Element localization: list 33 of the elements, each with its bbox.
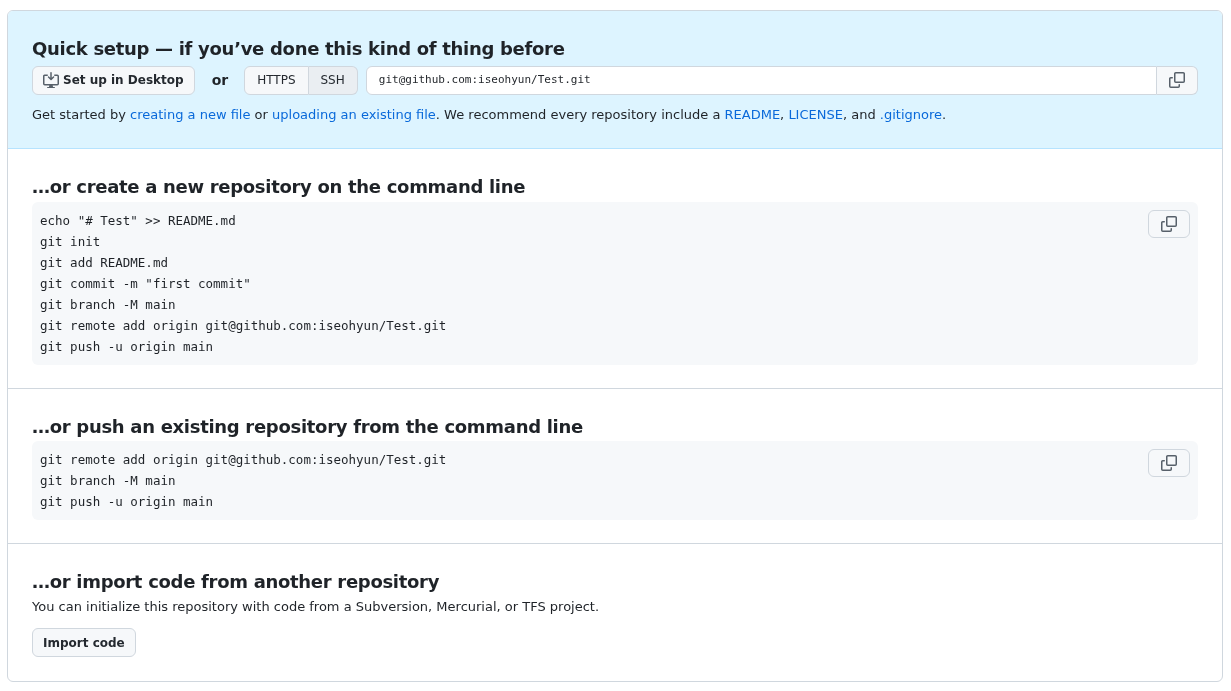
code-line: git init [40,232,102,251]
copy-icon [1161,455,1177,472]
or-label: or [211,70,229,90]
section-title: Quick setup — if you’ve done this kind of thing before [32,38,566,60]
link[interactable]: LICENSE [788,106,843,122]
code-line: git remote add origin git@github.com:iseohyun/Test.git [40,451,447,470]
code-line: git push -u origin main [40,493,215,512]
section-title: …or create a new repository on the command line [32,176,527,198]
copy-button[interactable] [1148,209,1190,238]
clone-url-field[interactable]: git@github.com:iseohyun/Test.git [365,65,1157,95]
copy-button[interactable] [1148,449,1190,478]
protocol-tab[interactable]: SSH [308,65,358,95]
code-line: echo "# Test" >> README.md [40,211,237,230]
desktop-button[interactable]: Set up in Desktop [32,65,195,95]
copy-button[interactable] [1157,65,1198,95]
desktop-download-icon [43,72,59,89]
code-line: git branch -M main [40,295,177,314]
link[interactable]: uploading an existing file [272,106,436,122]
code-line: git push -u origin main [40,337,215,356]
code-line: git remote add origin git@github.com:iseohyun/Test.git [40,316,447,335]
copy-icon [1169,72,1185,89]
import-code-button[interactable]: Import code [32,628,136,658]
copy-icon [1161,215,1177,232]
code-line: git branch -M main [40,472,177,491]
link[interactable]: .gitignore [879,106,942,122]
section-title: …or import code from another repository [32,571,441,593]
code-line: git commit -m "first commit" [40,274,252,293]
description-text: You can initialize this repository with code from a Subversion, Mercurial, or TFS project. [32,597,601,616]
intro-text: Get started by creating a new file or uploading an existing file. We recommend every repository include a README, LICENSE, and .gitignore. [32,105,948,124]
link[interactable]: creating a new file [130,106,251,122]
section-title: …or push an existing repository from the command line [32,415,584,438]
code-line: git add README.md [40,253,169,272]
protocol-tab[interactable]: HTTPS [244,65,309,95]
